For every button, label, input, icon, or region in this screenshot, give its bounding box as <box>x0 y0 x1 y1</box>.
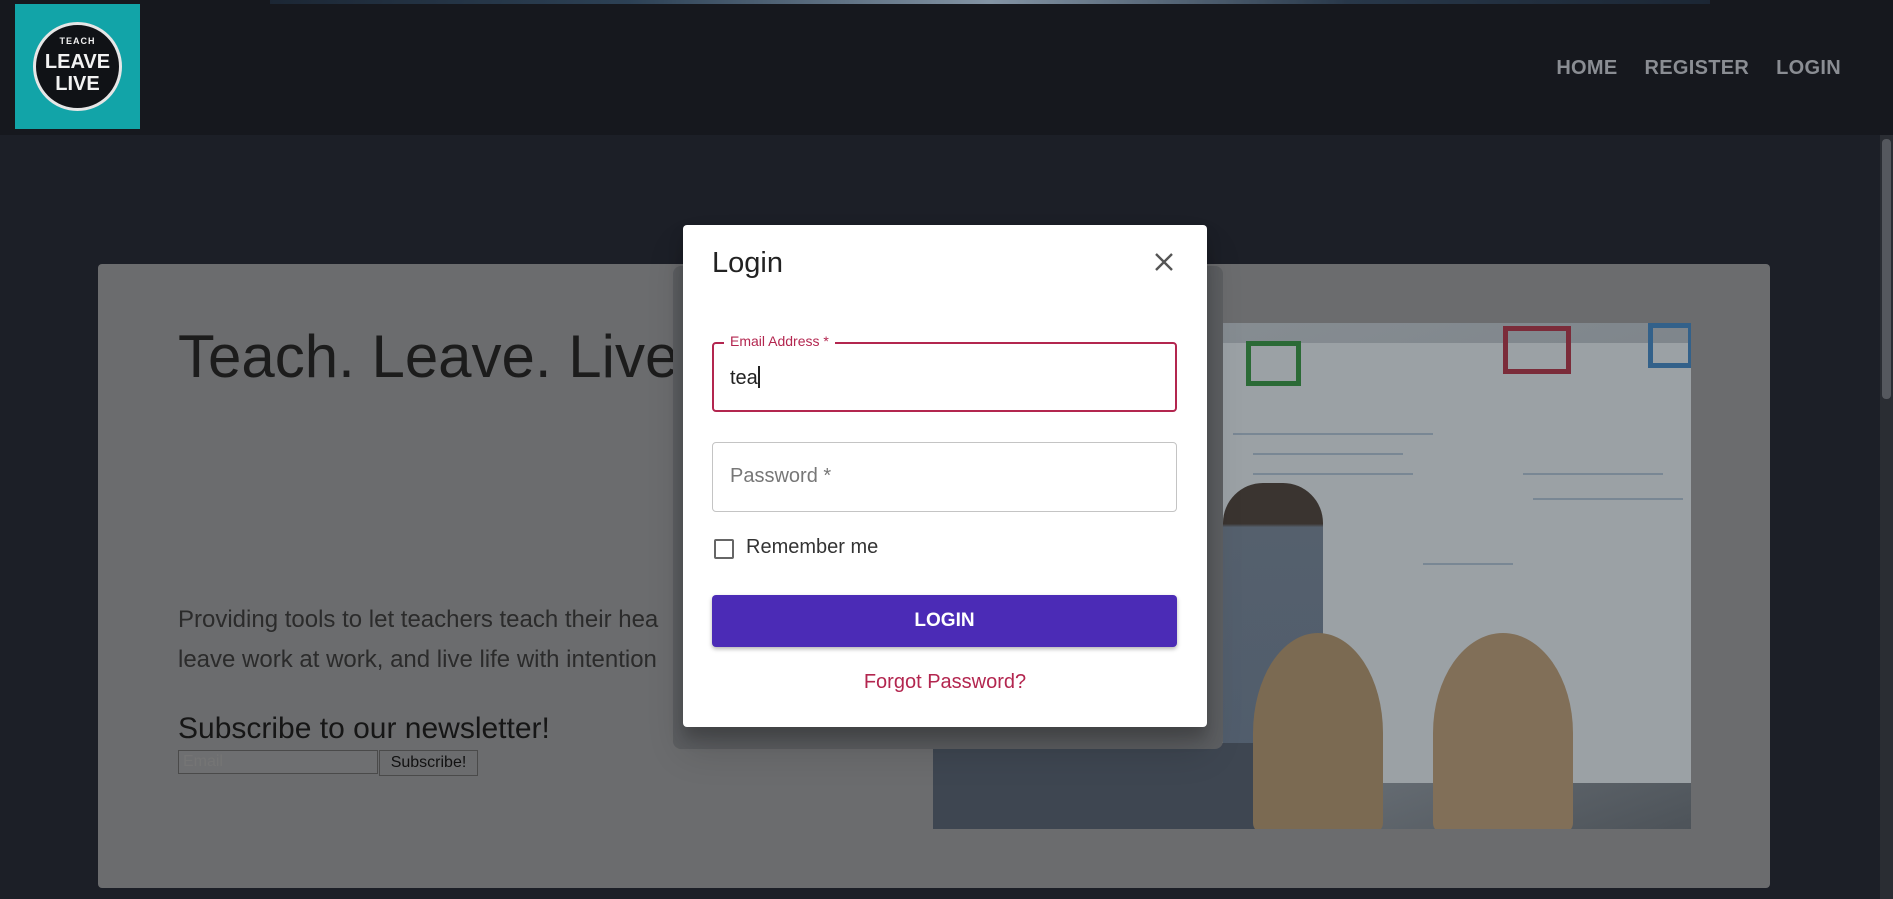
close-button[interactable] <box>1149 247 1179 277</box>
site-logo[interactable]: TEACH LEAVE LIVE <box>15 4 140 129</box>
remember-me-row[interactable]: Remember me <box>712 536 878 559</box>
board-scribble <box>1253 473 1413 475</box>
main-nav: HOME REGISTER LOGIN <box>1556 57 1841 80</box>
board-scribble <box>1423 563 1513 565</box>
nav-home-link[interactable]: HOME <box>1556 57 1617 80</box>
password-placeholder: Password * <box>730 465 832 487</box>
page-scrollbar[interactable] <box>1880 135 1893 899</box>
header-banner-strip <box>270 0 1710 4</box>
email-field-value-wrap: tea <box>730 366 760 390</box>
remember-me-label: Remember me <box>746 536 879 558</box>
photo-frame-red <box>1503 326 1571 374</box>
hero-description-line1: Providing tools to let teachers teach th… <box>178 606 659 633</box>
nav-login-link[interactable]: LOGIN <box>1776 57 1841 80</box>
scrollbar-thumb[interactable] <box>1882 139 1891 399</box>
text-caret <box>757 366 760 388</box>
forgot-password-link[interactable]: Forgot Password? <box>683 671 1207 694</box>
newsletter-email-input[interactable] <box>178 750 378 774</box>
dialog-title: Login <box>712 247 783 279</box>
logo-text-live: LIVE <box>55 73 100 95</box>
email-field-value: tea <box>730 367 758 389</box>
nav-register-link[interactable]: REGISTER <box>1645 57 1750 80</box>
hero-description: Providing tools to let teachers teach th… <box>178 600 738 680</box>
logo-badge: TEACH LEAVE LIVE <box>33 22 122 111</box>
student-figure <box>1433 633 1573 829</box>
subscribe-button[interactable]: Subscribe! <box>379 750 478 776</box>
email-field[interactable]: Email Address * tea <box>712 333 1177 412</box>
site-header: TEACH LEAVE LIVE HOME REGISTER LOGIN <box>0 0 1893 135</box>
newsletter-title: Subscribe to our newsletter! <box>178 712 550 745</box>
login-dialog: Login Email Address * tea Password * Rem… <box>683 225 1207 727</box>
hero-description-line2: leave work at work, and live life with i… <box>178 646 657 673</box>
hero-title: Teach. Leave. Live. <box>178 323 696 390</box>
student-figure <box>1253 633 1383 829</box>
login-button[interactable]: LOGIN <box>712 595 1177 647</box>
logo-text-leave: LEAVE <box>44 51 111 73</box>
remember-me-checkbox[interactable] <box>714 538 734 559</box>
email-field-label: Email Address * <box>724 333 835 349</box>
board-scribble <box>1253 453 1403 455</box>
board-scribble <box>1533 498 1683 500</box>
board-scribble <box>1233 433 1433 435</box>
photo-frame-blue <box>1648 323 1691 368</box>
board-scribble <box>1523 473 1663 475</box>
logo-text-teach: TEACH <box>59 36 96 46</box>
photo-frame-green <box>1246 341 1301 386</box>
password-field[interactable]: Password * <box>712 442 1177 512</box>
close-icon <box>1155 253 1173 271</box>
